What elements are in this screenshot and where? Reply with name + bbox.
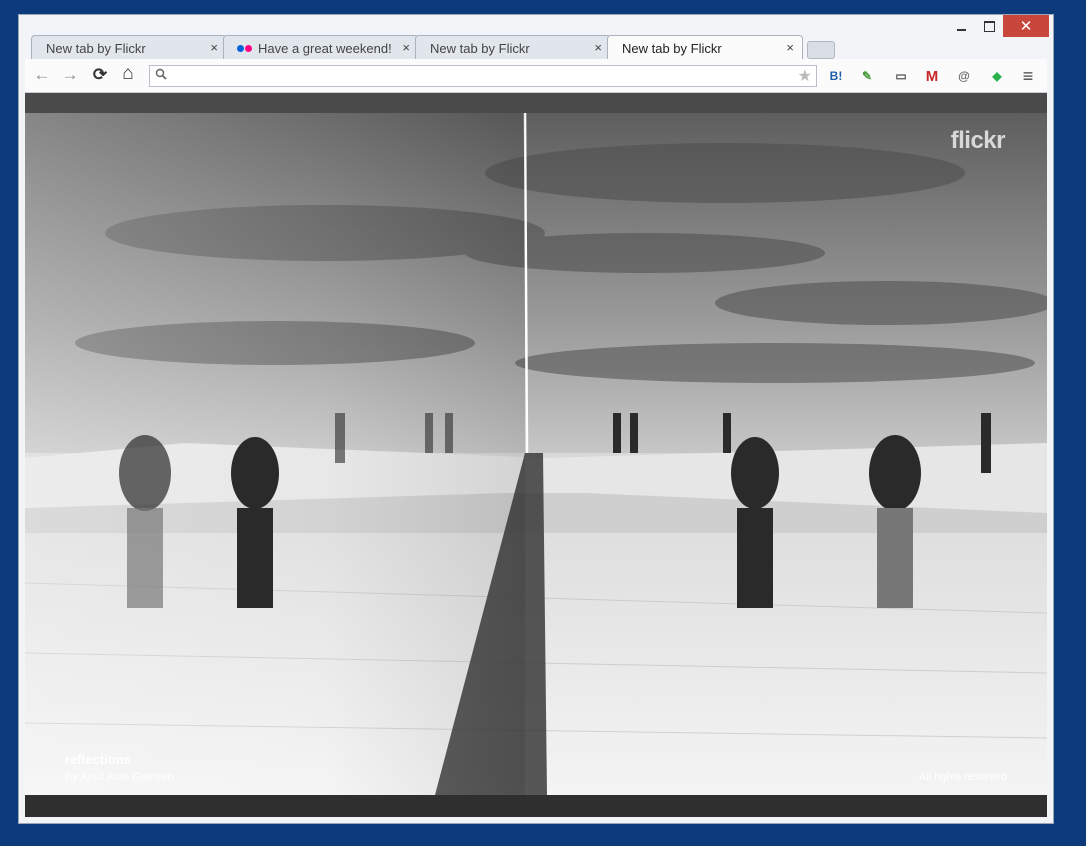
forward-icon[interactable]: → (59, 65, 81, 85)
tab-strip: New tab by Flickr × Have a great weekend… (27, 35, 927, 60)
evernote-icon[interactable]: ✎ (858, 67, 876, 85)
reload-icon[interactable]: ⟳ (89, 65, 111, 85)
bottom-band (25, 795, 1047, 817)
minimize-button[interactable] (947, 15, 975, 37)
back-icon[interactable]: ← (31, 65, 53, 85)
omnibox[interactable]: ★ (149, 65, 817, 87)
bookmark-star-icon[interactable]: ★ (798, 66, 812, 86)
tab-close-icon[interactable]: × (210, 40, 218, 55)
tab-close-icon[interactable]: × (594, 40, 602, 55)
tab-close-icon[interactable]: × (786, 40, 794, 55)
photo-title[interactable]: reflections (65, 752, 131, 767)
photo-author[interactable]: By Knut Arne Gjertsen (65, 771, 174, 783)
tab-label: New tab by Flickr (46, 41, 146, 56)
toolbar: ← → ⟳ ⌂ ★ B! ✎ ▭ M @ ◆ ≡ (25, 59, 1047, 93)
flickr-logo[interactable]: flickr (951, 127, 1006, 155)
rights-notice: All rights reserved (918, 771, 1007, 783)
tab-label: Have a great weekend! (258, 41, 392, 56)
tab-close-icon[interactable]: × (402, 40, 410, 55)
maximize-icon (983, 20, 995, 32)
home-icon[interactable]: ⌂ (117, 63, 139, 85)
search-icon (155, 68, 167, 80)
address-input[interactable] (174, 68, 778, 86)
mail-checker-icon[interactable]: @ (955, 67, 973, 85)
window-controls: ✕ (947, 15, 1049, 37)
tab-flickr-active[interactable]: New tab by Flickr × (607, 35, 803, 60)
tab-have-a-great-weekend[interactable]: Have a great weekend! × (223, 35, 419, 59)
new-tab-button[interactable] (807, 41, 835, 59)
tab-label: New tab by Flickr (622, 41, 722, 56)
close-window-button[interactable]: ✕ (1003, 15, 1049, 37)
minimize-icon (956, 29, 966, 31)
top-band (25, 93, 1047, 113)
ruler-icon[interactable]: ▭ (892, 67, 910, 85)
flickr-new-tab-page: flickr reflections By Knut Arne Gjertsen… (25, 93, 1047, 817)
feedly-icon[interactable]: ◆ (988, 67, 1006, 85)
tab-label: New tab by Flickr (430, 41, 530, 56)
gmail-icon[interactable]: M (923, 67, 941, 85)
background-photo: flickr reflections By Knut Arne Gjertsen… (25, 113, 1047, 795)
hatena-bookmark-icon[interactable]: B! (827, 67, 845, 85)
close-icon: ✕ (1019, 18, 1033, 35)
tab-flickr-2[interactable]: New tab by Flickr × (415, 35, 611, 59)
tab-flickr-1[interactable]: New tab by Flickr × (31, 35, 227, 59)
maximize-button[interactable] (975, 15, 1003, 37)
menu-icon[interactable]: ≡ (1019, 66, 1037, 86)
photo-illustration (25, 113, 1047, 795)
flickr-favicon-icon (237, 45, 253, 52)
browser-window: ✕ New tab by Flickr × Have a great weeke… (18, 14, 1054, 824)
